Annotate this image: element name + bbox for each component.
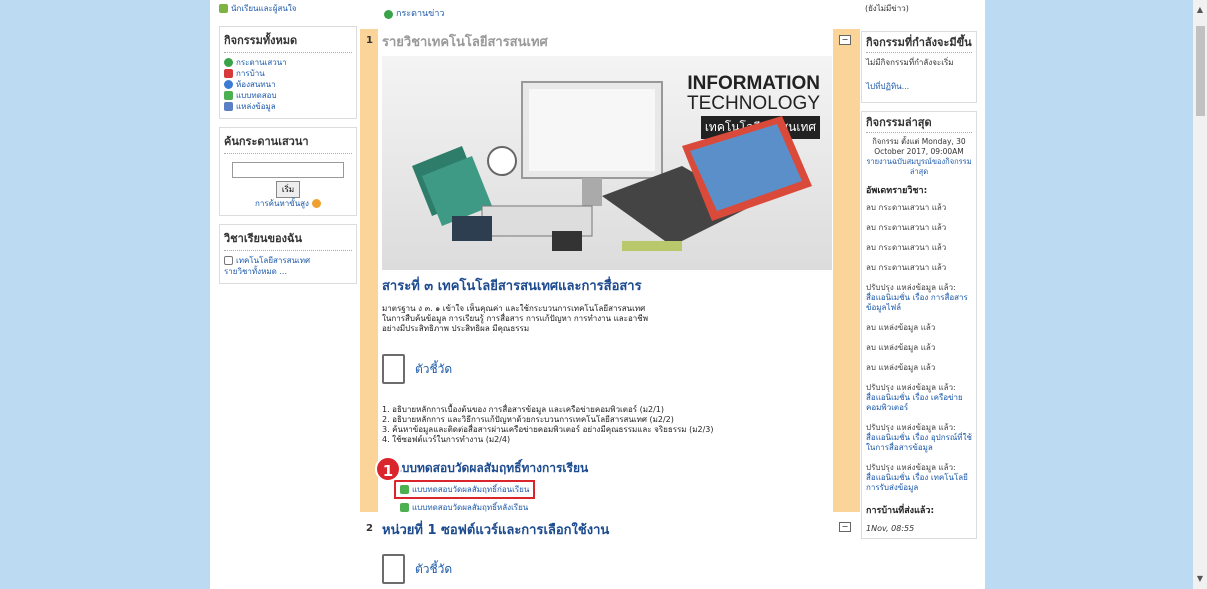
my-courses-block: วิชาเรียนของฉัน เทคโนโลยีสารสนเทศ รายวิช… (219, 224, 357, 284)
recent-update-item: ปรับปรุง แหล่งข้อมูล แล้ว: สื่อแอนิเมชั่น… (866, 423, 972, 453)
advanced-search-link[interactable]: การค้นหาขั้นสูง (224, 198, 352, 209)
recent-update-item: ปรับปรุง แหล่งข้อมูล แล้ว: สื่อแอนิเมชั่น… (866, 283, 972, 313)
assignment-icon (224, 69, 233, 78)
no-upcoming-text: ไม่มีกิจกรรมที่กำลังจะเริ่ม (866, 58, 954, 67)
help-icon (311, 199, 321, 208)
course-link[interactable]: เทคโนโลยีสารสนเทศ (224, 255, 352, 266)
pretest-quiz-link[interactable]: แบบทดสอบวัดผลสัมฤทธิ์ก่อนเรียน (394, 480, 536, 499)
upcoming-events-block: กิจกรรมที่กำลังจะมีขึ้น ไม่มีกิจกรรมที่ก… (861, 31, 977, 103)
all-courses-link[interactable]: รายวิชาทั้งหมด ... (224, 266, 352, 277)
recent-update-link[interactable]: สื่อแอนิเมชั่น เรื่อง การสื่อสารข้อมูลไฟ… (866, 293, 972, 313)
scroll-down-icon[interactable]: ▼ (1193, 572, 1207, 586)
document-icon (382, 554, 405, 584)
right-column: (ยังไม่มีข่าว) กิจกรรมที่กำลังจะมีขึ้น ไ… (861, 0, 977, 547)
forum-search-title: ค้นกระดานเสวนา (224, 132, 352, 154)
recent-update-item: ลบ กระดานเสวนา แล้ว (866, 223, 947, 232)
forum-search-input[interactable] (232, 162, 344, 178)
recent-update-item: ลบ แหล่งข้อมูล แล้ว (866, 363, 936, 372)
full-report-link[interactable]: รายงานฉบับสมบูรณ์ของกิจกรรมล่าสุด (866, 157, 972, 177)
topic1-left-bar (360, 29, 378, 512)
devices-illustration (412, 81, 812, 251)
recent-activity-block: กิจกรรมล่าสุด กิจกรรม ตั้งแต่ Monday, 30… (861, 111, 977, 539)
indicator-link[interactable]: ตัวชี้วัด (382, 354, 832, 384)
topic1-title: รายวิชาเทคโนโลยีสารสนเทศ (382, 35, 548, 50)
activity-resource[interactable]: แหล่งข้อมูล (224, 101, 352, 112)
course-icon (224, 256, 233, 265)
topic2-content: หน่วยที่ 1 ซอฟต์แวร์และการเลือกใช้งาน ตั… (382, 519, 832, 584)
standard-text: มาตรฐาน ง ๓. ๑ เข้าใจ เห็นคุณค่า และใช้ก… (382, 304, 648, 333)
topic2-number: 2 (366, 523, 373, 534)
collapse-toggle-icon[interactable]: − (839, 522, 851, 532)
search-start-button[interactable]: เริ่ม (275, 181, 301, 198)
recent-update-item: ลบ แหล่งข้อมูล แล้ว (866, 343, 936, 352)
activity-assignment[interactable]: การบ้าน (224, 68, 352, 79)
forum-icon (224, 58, 233, 67)
forum-search-block: ค้นกระดานเสวนา เริ่ม การค้นหาขั้นสูง (219, 127, 357, 216)
recent-update-link[interactable]: สื่อแอนิเมชั่น เรื่อง อุปกรณ์ที่ใช้ในการ… (866, 433, 972, 453)
collapse-toggle-icon[interactable]: − (839, 35, 851, 45)
recent-since: กิจกรรม ตั้งแต่ Monday, 30 October 2017,… (872, 137, 966, 156)
recent-update-link[interactable]: สื่อแอนิเมชั่น เรื่อง เครือข่ายคอมพิวเตอ… (866, 393, 972, 413)
recent-update-item: ลบ กระดานเสวนา แล้ว (866, 263, 947, 272)
people-icon (219, 4, 228, 13)
page-scrollbar[interactable]: ▲ ▼ (1193, 0, 1207, 589)
chat-icon (224, 80, 233, 89)
quiz-icon (400, 485, 409, 494)
activities-title: กิจกรรมทั้งหมด (224, 31, 352, 53)
updates-heading: อัพเดทรายวิชา: (866, 186, 928, 196)
calendar-link[interactable]: ไปที่ปฏิทิน... (866, 81, 972, 92)
participants-link[interactable]: นักเรียนและผู้สนใจ (219, 3, 357, 14)
it-banner-image: INFORMATION TECHNOLOGY เทคโนโลยีสารสนเทศ (382, 56, 832, 270)
recent-update-item: ปรับปรุง แหล่งข้อมูล แล้ว: สื่อแอนิเมชั่น… (866, 383, 972, 413)
quiz-heading: แบบทดสอบวัดผลสัมฤทธิ์ทางการเรียน (394, 461, 589, 475)
scroll-thumb[interactable] (1196, 26, 1205, 116)
quiz-icon (400, 503, 409, 512)
step-callout-badge: 1 (375, 456, 401, 482)
recent-update-item: ปรับปรุง แหล่งข้อมูล แล้ว: สื่อแอนิเมชั่น… (866, 463, 972, 493)
homework-heading: การบ้านที่ส่งแล้ว: (866, 506, 935, 516)
homework-date: 1Nov, 08:55 (866, 524, 915, 533)
recent-title: กิจกรรมล่าสุด (866, 116, 972, 133)
left-column: นักเรียนและผู้สนใจ กิจกรรมทั้งหมด กระดาน… (219, 0, 357, 292)
recent-update-item: ลบ กระดานเสวนา แล้ว (866, 243, 947, 252)
recent-update-item: ลบ แหล่งข้อมูล แล้ว (866, 323, 936, 332)
indicator-list: 1. อธิบายหลักการเบื้องต้นของ การสื่อสารข… (382, 405, 714, 444)
recent-update-link[interactable]: สื่อแอนิเมชั่น เรื่อง เทคโนโลยีการรับส่ง… (866, 473, 972, 493)
upcoming-title: กิจกรรมที่กำลังจะมีขึ้น (866, 36, 972, 53)
resource-icon (224, 102, 233, 111)
topic2-title: หน่วยที่ 1 ซอฟต์แวร์และการเลือกใช้งาน (382, 523, 610, 538)
news-forum-link[interactable]: กระดานข่าว (384, 9, 444, 20)
activity-forum[interactable]: กระดานเสวนา (224, 57, 352, 68)
activities-block: กิจกรรมทั้งหมด กระดานเสวนา การบ้าน ห้องส… (219, 26, 357, 119)
topic1-content: รายวิชาเทคโนโลยีสารสนเทศ INFORMATION TEC… (375, 31, 832, 514)
my-courses-title: วิชาเรียนของฉัน (224, 229, 352, 251)
recent-update-item: ลบ กระดานเสวนา แล้ว (866, 203, 947, 212)
posttest-quiz-link[interactable]: แบบทดสอบวัดผลสัมฤทธิ์หลังเรียน (400, 501, 832, 514)
topic1-number: 1 (366, 35, 373, 46)
quiz-icon (224, 91, 233, 100)
topic2-indicator-link[interactable]: ตัวชี้วัด (382, 554, 832, 584)
activity-chat[interactable]: ห้องสนทนา (224, 79, 352, 90)
forum-icon (384, 10, 393, 19)
scroll-up-icon[interactable]: ▲ (1193, 3, 1207, 17)
strand-heading: สาระที่ ๓ เทคโนโลยีสารสนเทศและการสื่อสาร (382, 279, 642, 294)
topic1-right-bar (833, 29, 860, 512)
activity-quiz[interactable]: แบบทดสอบ (224, 90, 352, 101)
recent-updates-list: ลบ กระดานเสวนา แล้ว ลบ กระดานเสวนา แล้ว ลบ… (866, 203, 972, 493)
document-icon (382, 354, 405, 384)
no-news-text: (ยังไม่มีข่าว) (865, 4, 909, 13)
